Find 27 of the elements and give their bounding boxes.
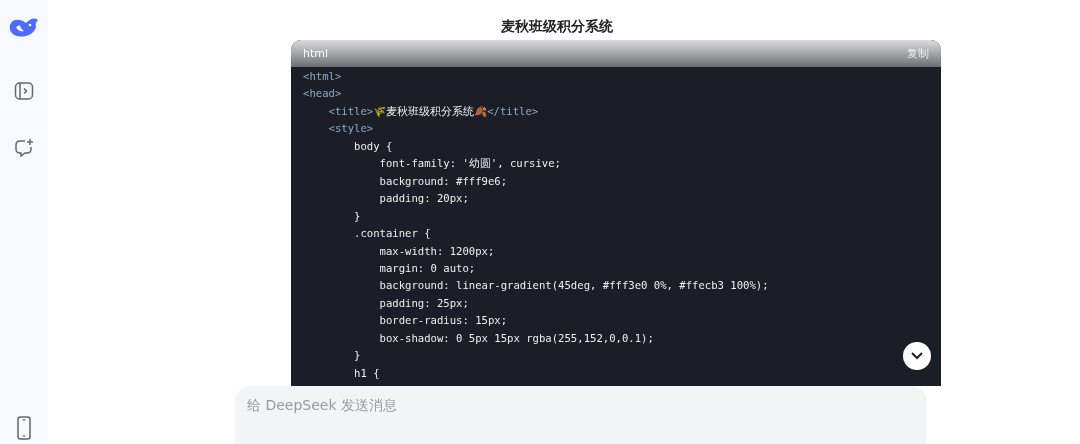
code-line: } <box>353 348 361 364</box>
code-line: margin: 0 auto; <box>378 261 476 276</box>
new-chat-icon[interactable] <box>14 138 34 158</box>
code-line: background: #fff9e6; <box>378 173 508 189</box>
code-line: <style> <box>327 121 374 137</box>
code-line: background: linear-gradient(45deg, #fff3e0 0%, #ffecb3 100%); <box>378 278 769 294</box>
code-line: <html> <box>303 69 342 84</box>
code-line: <head> <box>303 86 342 102</box>
chevron-down-icon <box>910 351 924 361</box>
sidebar-toggle-icon[interactable] <box>14 81 34 101</box>
code-line: padding: 20px; <box>378 191 469 207</box>
code-line: } <box>353 208 361 224</box>
code-line: border-radius: 15px; <box>378 313 508 329</box>
phone-icon[interactable] <box>17 416 31 440</box>
code-line: body { <box>353 138 393 154</box>
code-line: .container { <box>353 226 431 242</box>
scroll-down-button[interactable] <box>903 342 931 370</box>
code-line: font-family: '幼圆', cursive; <box>378 156 561 172</box>
code-line: box-shadow: 0 5px 15px rgba(255,152,0,0.1); <box>378 330 654 346</box>
copy-button[interactable]: 复制 <box>907 46 929 61</box>
language-label: html <box>303 47 329 60</box>
page-title: 麦秋班级积分系统 <box>501 17 613 36</box>
code-line: max-width: 1200px; <box>378 243 495 259</box>
code-line: h1 { <box>353 365 380 381</box>
code-line: <title>🌾麦秋班级积分系统🍂</title> <box>327 103 539 119</box>
message-input[interactable]: 给 DeepSeek 发送消息 <box>235 386 927 444</box>
code-line: padding: 25px; <box>378 295 469 311</box>
